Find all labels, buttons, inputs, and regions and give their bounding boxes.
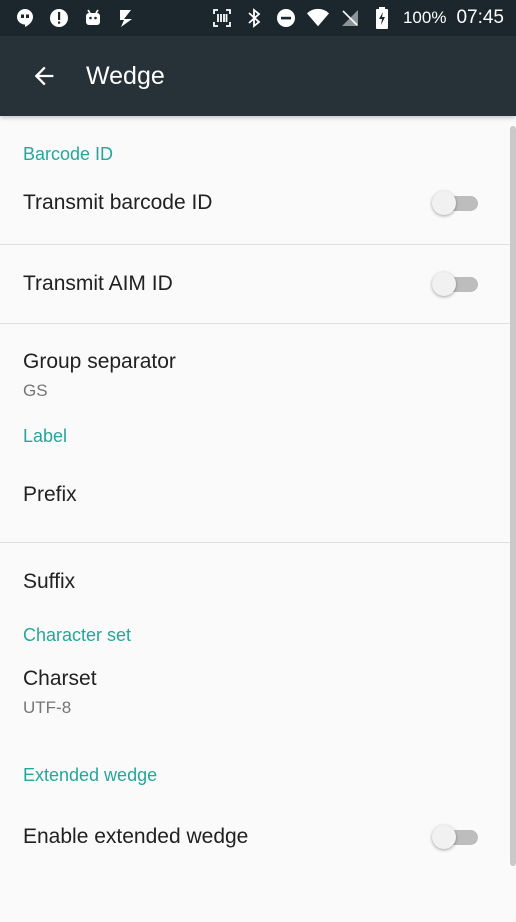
pref-prefix[interactable]: Prefix bbox=[0, 460, 516, 542]
pref-title: Transmit AIM ID bbox=[23, 272, 173, 295]
do-not-disturb-icon bbox=[275, 7, 297, 29]
scanner-icon bbox=[211, 7, 233, 29]
preference-list[interactable]: Barcode ID Transmit barcode ID Transmit … bbox=[0, 116, 516, 922]
pref-summary: UTF-8 bbox=[23, 698, 72, 717]
android-icon bbox=[82, 7, 104, 29]
enable-extended-wedge-switch[interactable] bbox=[432, 825, 478, 849]
pref-text: Group separator GS bbox=[23, 350, 176, 401]
status-bar: 100% 07:45 bbox=[0, 0, 516, 36]
pref-title: Transmit barcode ID bbox=[23, 191, 213, 214]
pref-charset[interactable]: Charset UTF-8 bbox=[0, 661, 516, 765]
pref-text: Charset UTF-8 bbox=[23, 667, 97, 718]
app-toolbar: Wedge bbox=[0, 36, 516, 116]
page-title: Wedge bbox=[86, 61, 165, 90]
status-left-icons bbox=[14, 7, 138, 29]
wifi-icon bbox=[306, 7, 329, 29]
arrow-back-icon bbox=[34, 66, 54, 86]
pref-title: Group separator bbox=[23, 350, 176, 373]
bluetooth-icon bbox=[243, 7, 265, 29]
pref-summary: GS bbox=[23, 381, 48, 400]
section-header-character-set: Character set bbox=[23, 625, 132, 645]
back-button[interactable] bbox=[24, 56, 64, 96]
battery-percentage: 100% bbox=[402, 8, 447, 27]
transmit-barcode-id-switch[interactable] bbox=[432, 191, 478, 215]
pref-enable-extended-wedge[interactable]: Enable extended wedge bbox=[0, 801, 516, 873]
pref-title: Prefix bbox=[23, 483, 77, 506]
screen: 100% 07:45 Wedge Barcode ID Transmit bar… bbox=[0, 0, 516, 922]
section-header-extended-wedge: Extended wedge bbox=[23, 765, 158, 785]
section-header-barcode-id: Barcode ID bbox=[23, 144, 114, 164]
pref-title: Charset bbox=[23, 667, 97, 690]
pref-suffix[interactable]: Suffix bbox=[0, 543, 516, 625]
section-header-label: Label bbox=[23, 426, 68, 446]
hangouts-icon bbox=[14, 7, 36, 29]
pref-transmit-barcode-id[interactable]: Transmit barcode ID bbox=[0, 166, 516, 244]
pref-title: Enable extended wedge bbox=[23, 825, 249, 848]
no-signal-icon bbox=[339, 7, 361, 29]
switch-thumb bbox=[432, 825, 456, 849]
battery-charging-icon bbox=[371, 7, 393, 29]
scrollbar[interactable] bbox=[510, 126, 516, 866]
pref-transmit-aim-id[interactable]: Transmit AIM ID bbox=[0, 245, 516, 323]
status-right-icons: 100% 07:45 bbox=[211, 7, 504, 29]
alert-icon bbox=[48, 7, 70, 29]
transmit-aim-id-switch[interactable] bbox=[432, 272, 478, 296]
switch-thumb bbox=[432, 191, 456, 215]
clock: 07:45 bbox=[456, 7, 504, 28]
pref-group-separator[interactable]: Group separator GS bbox=[0, 324, 516, 424]
checkmark-icon bbox=[116, 7, 138, 29]
switch-thumb bbox=[432, 272, 456, 296]
pref-title: Suffix bbox=[23, 570, 76, 593]
